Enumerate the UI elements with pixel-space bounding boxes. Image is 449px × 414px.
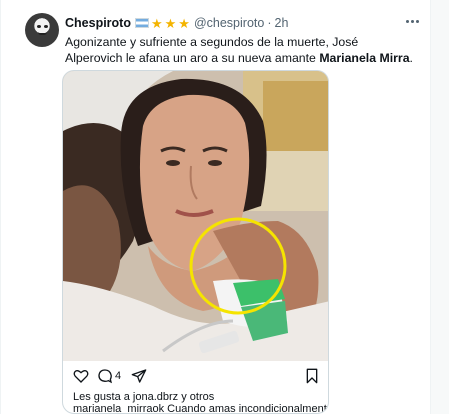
star-icon: ★	[178, 15, 190, 31]
comment-icon	[98, 369, 112, 384]
likes-summary[interactable]: Les gusta a jona.dbrz y otros	[73, 391, 214, 403]
send-icon	[131, 369, 147, 383]
avatar[interactable]	[25, 13, 59, 47]
argentina-flag-icon	[134, 18, 149, 28]
bookmark-icon	[306, 368, 318, 384]
more-dot-icon	[405, 19, 409, 23]
tweet-timestamp[interactable]: 2h	[275, 16, 289, 30]
photo-illustration	[63, 71, 328, 361]
star-icon: ★	[150, 15, 163, 31]
save-button[interactable]	[305, 367, 319, 385]
author-handle[interactable]: @chespiroto	[194, 16, 264, 30]
scrollbar-track[interactable]	[431, 0, 449, 414]
tweet-text-body: Agonizante y sufriente a segundos de la …	[65, 35, 359, 65]
more-dot-icon	[410, 19, 414, 23]
tweet-text-end: .	[409, 51, 413, 65]
hospital-selfie-image[interactable]	[63, 71, 328, 361]
post-caption: marianela_mirraok Cuando amas incondicio…	[73, 403, 329, 414]
share-button[interactable]	[131, 367, 147, 385]
comment-count: 4	[115, 370, 122, 382]
separator-dot: ·	[267, 16, 272, 30]
more-options-button[interactable]	[401, 14, 423, 28]
tweet-text: Agonizante y sufriente a segundos de la …	[65, 34, 415, 66]
author-display-name[interactable]: Chespiroto	[65, 16, 131, 30]
caption-username[interactable]: marianela_mirraok	[73, 403, 164, 413]
tweet-header: Chespiroto ★ ★ ★ @chespiroto · 2h	[65, 16, 288, 30]
tweet[interactable]: Chespiroto ★ ★ ★ @chespiroto · 2h Agoniz…	[1, 0, 430, 414]
heart-icon	[73, 370, 89, 383]
star-icon: ★	[164, 15, 177, 31]
more-dot-icon	[415, 19, 419, 23]
post-actions-bar: 4	[73, 367, 323, 385]
like-button[interactable]	[73, 367, 89, 385]
caption-text: Cuando amas incondicionalmente ,	[164, 403, 329, 414]
comment-button[interactable]: 4	[97, 367, 121, 385]
embedded-post-card[interactable]: 4 Les gusta a jona.dbrz y otros marianel…	[62, 70, 329, 414]
tweet-text-mention: Marianela Mirra	[319, 51, 410, 65]
